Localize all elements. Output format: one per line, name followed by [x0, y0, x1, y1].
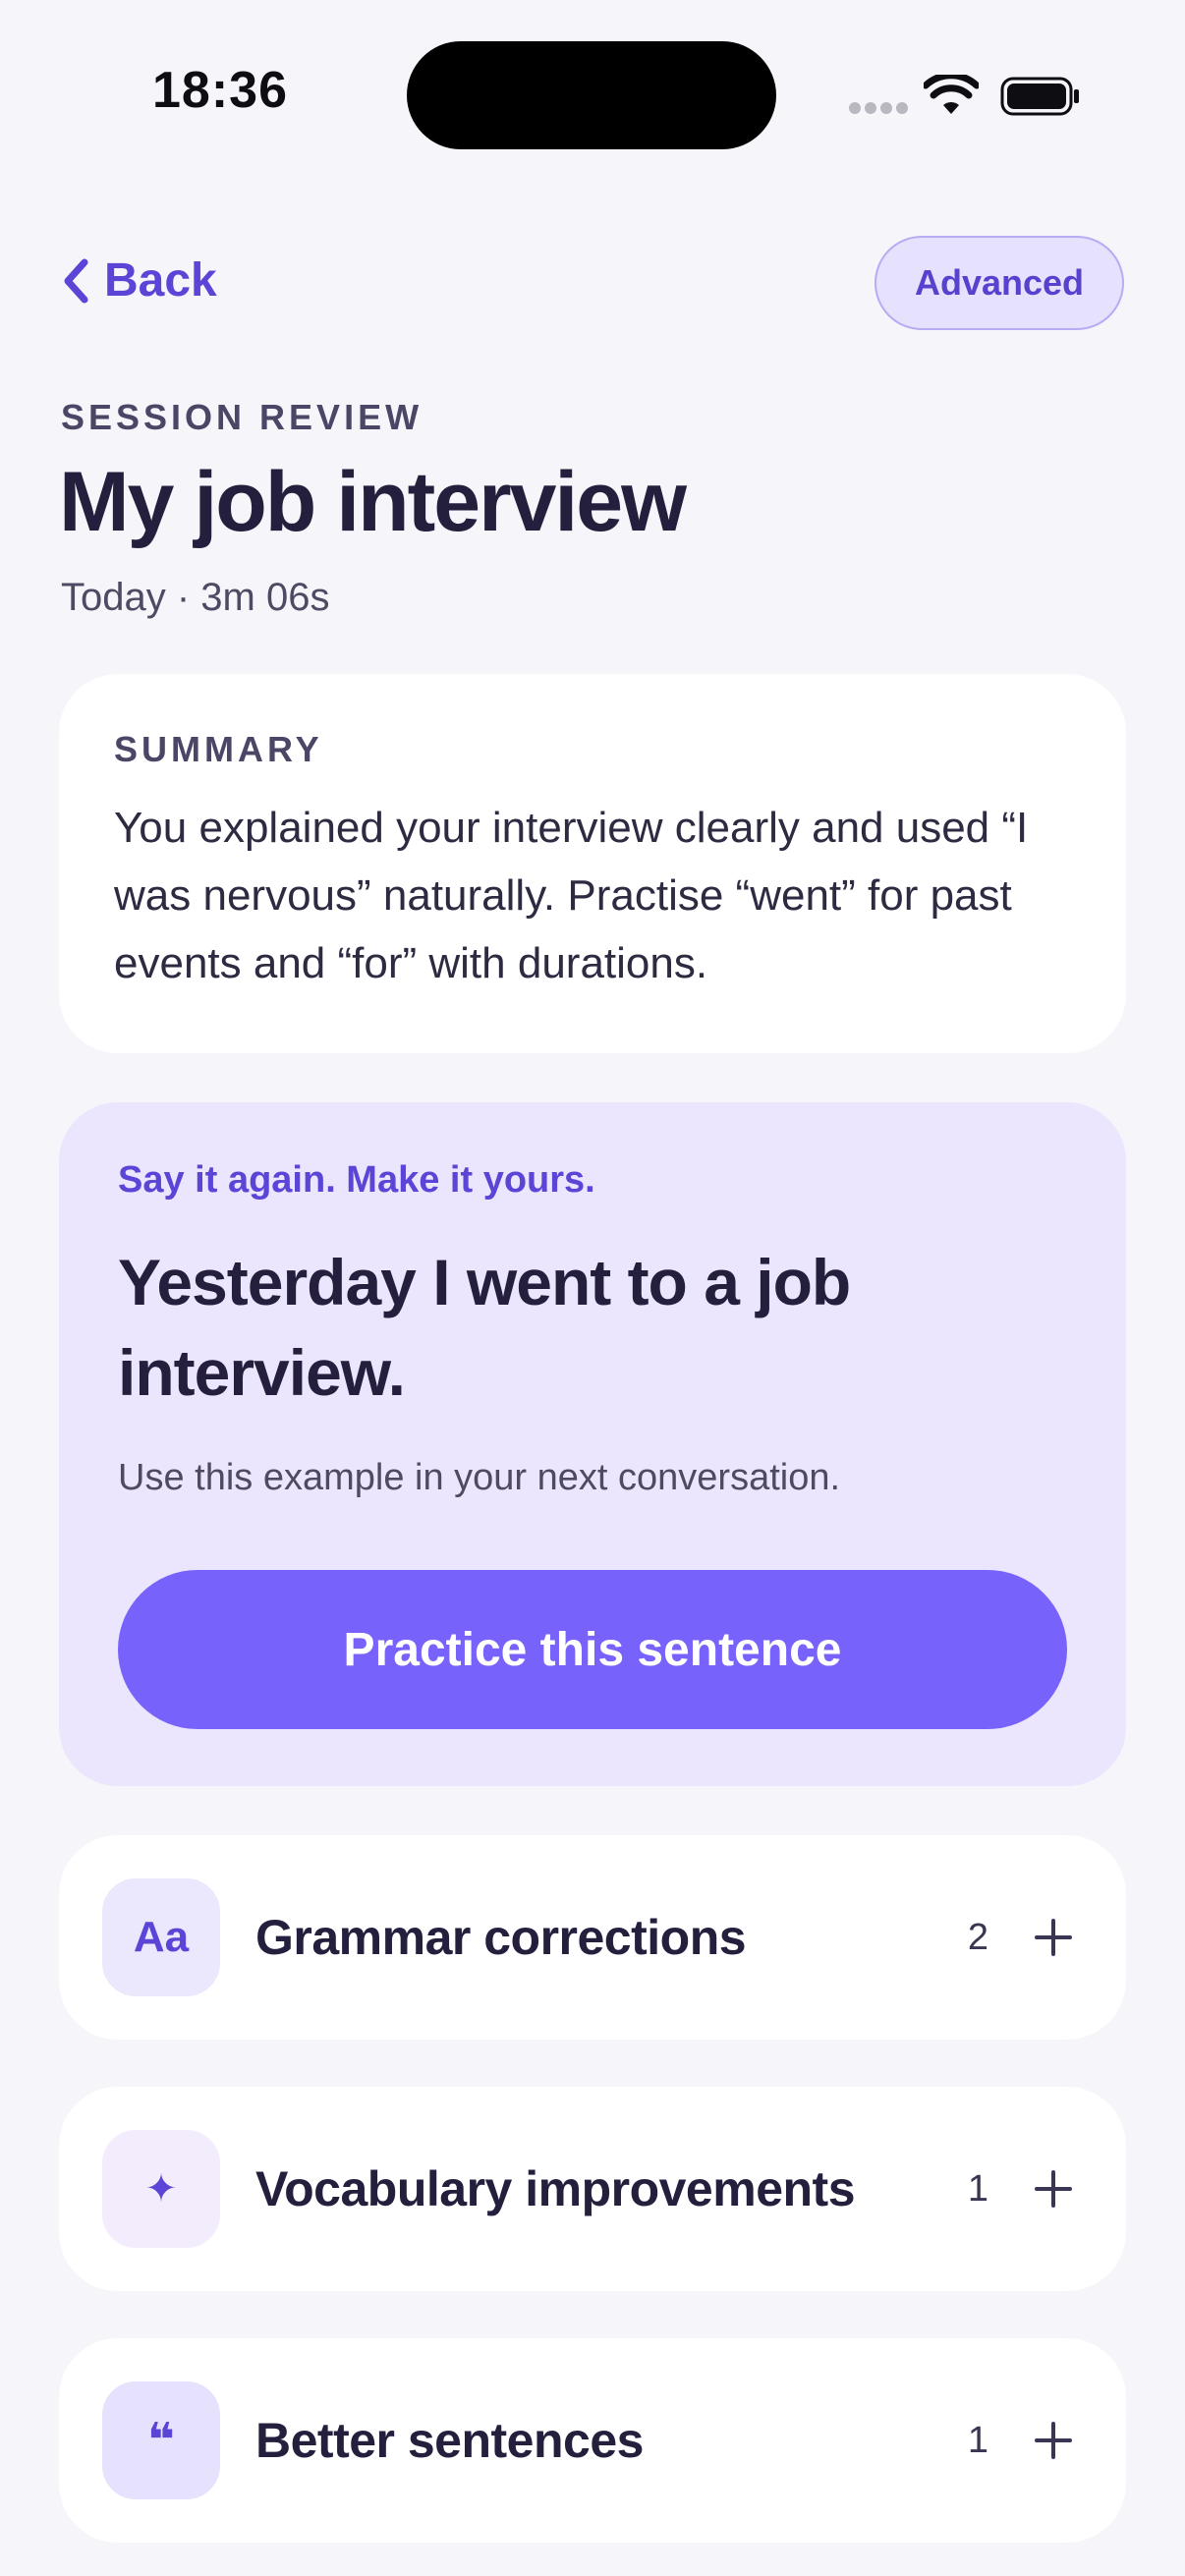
plus-icon[interactable] [1034, 2421, 1073, 2460]
row-count: 1 [967, 2419, 988, 2461]
better-sentences-row[interactable]: ❝ Better sentences 1 [59, 2338, 1126, 2543]
section-eyebrow: SESSION REVIEW [61, 397, 423, 437]
quote-icon: ❝ [102, 2381, 220, 2499]
row-count: 2 [967, 1916, 988, 1958]
level-badge-button[interactable]: Advanced [875, 236, 1124, 330]
wifi-icon [924, 75, 979, 114]
row-label: Grammar corrections [255, 1910, 747, 1965]
sparkle-icon: ✦ [102, 2130, 220, 2248]
cellular-signal-icon [849, 102, 908, 116]
status-time: 18:36 [152, 62, 288, 119]
vocabulary-improvements-row[interactable]: ✦ Vocabulary improvements 1 [59, 2087, 1126, 2291]
practice-sentence-button[interactable]: Practice this sentence [118, 1570, 1067, 1729]
summary-text: You explained your interview clearly and… [114, 804, 1029, 987]
practice-hint: Use this example in your next conversati… [118, 1457, 841, 1498]
summary-card: SUMMARY You explained your interview cle… [59, 674, 1126, 1053]
dynamic-island [407, 41, 776, 149]
row-count: 1 [967, 2167, 988, 2210]
plus-icon[interactable] [1034, 1918, 1073, 1957]
back-label: Back [104, 254, 217, 307]
back-button[interactable]: Back [61, 253, 217, 308]
plus-icon[interactable] [1034, 2169, 1073, 2209]
summary-label: SUMMARY [114, 729, 323, 769]
page-title: My job interview [59, 455, 687, 549]
battery-icon [1000, 77, 1079, 116]
practice-card: Say it again. Make it yours. Yesterday I… [59, 1102, 1126, 1786]
row-label: Vocabulary improvements [255, 2161, 856, 2216]
session-meta: Today · 3m 06s [61, 576, 330, 619]
grammar-icon: Aa [102, 1878, 220, 1996]
practice-kicker: Say it again. Make it yours. [118, 1159, 595, 1201]
chevron-left-icon [64, 258, 88, 303]
row-label: Better sentences [255, 2413, 644, 2468]
practice-sentence: Yesterday I went to a job interview. [118, 1246, 851, 1409]
grammar-corrections-row[interactable]: Aa Grammar corrections 2 [59, 1835, 1126, 2040]
